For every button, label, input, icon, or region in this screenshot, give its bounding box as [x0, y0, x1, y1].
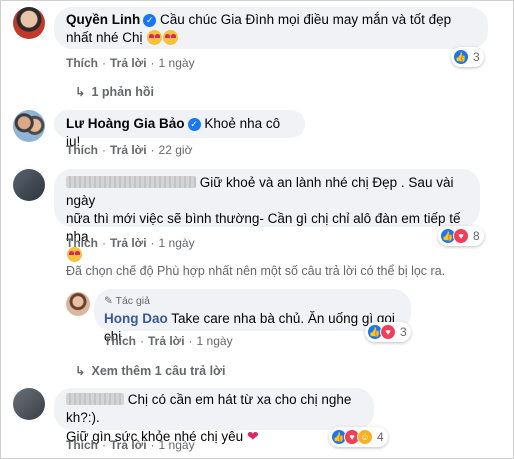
comment-bubble: Lư Hoàng Gia Bảo ✓ Khoẻ nha cô iu! — [54, 110, 305, 149]
reply-actions: Thích · Trả lời · 1 ngày — [104, 334, 233, 348]
timestamp[interactable]: 1 ngày — [159, 438, 195, 452]
author-name-redacted — [66, 393, 124, 405]
author-badge-label: Tác giả — [115, 295, 150, 307]
reaction-summary[interactable]: 👍 ♥ ☺ 4 — [329, 427, 388, 447]
avatar[interactable] — [13, 388, 45, 420]
reply-bubble: ✎ Tác giả Hong Dao Take care nha bà chủ.… — [94, 289, 411, 344]
reply-button[interactable]: Trả lời — [110, 236, 147, 250]
comment-actions: Thích · Trả lời · 1 ngày — [66, 56, 195, 70]
reply-button[interactable]: Trả lời — [110, 438, 147, 452]
love-reaction-icon: ♥ — [453, 228, 469, 244]
comment-author[interactable]: Lư Hoàng Gia Bảo — [66, 116, 185, 131]
author-name-redacted — [66, 176, 196, 188]
timestamp[interactable]: 1 ngày — [159, 236, 195, 250]
reaction-summary[interactable]: 👍 3 — [451, 47, 484, 67]
filter-notice: Đã chọn chế độ Phù hợp nhất nên một số c… — [66, 264, 446, 278]
comment-actions: Thích · Trả lời · 22 giờ — [66, 143, 193, 157]
reply-button[interactable]: Trả lời — [148, 334, 185, 348]
like-button[interactable]: Thích — [66, 143, 98, 157]
comment-bubble: Chị có cần em hát từ xa cho chị nghe kh?… — [54, 388, 374, 444]
love-reaction-icon: ♥ — [380, 324, 396, 340]
heart-icon: ❤ — [246, 428, 259, 444]
reaction-count: 3 — [400, 325, 407, 339]
reply-button[interactable]: Trả lời — [110, 143, 147, 157]
comment-bubble: Quyền Linh ✓ Cầu chúc Gia Đình mọi điều m… — [54, 7, 488, 49]
reaction-summary[interactable]: 👍 ♥ 8 — [438, 226, 484, 246]
timestamp[interactable]: 1 ngày — [197, 334, 233, 348]
avatar[interactable] — [66, 292, 90, 316]
comment-author[interactable]: Quyền Linh — [66, 12, 140, 27]
reply-arrow-icon: ↳ — [75, 364, 86, 378]
comment-bubble: Giữ khoẻ và an lành nhé chị Đẹp . Sau và… — [54, 169, 480, 262]
reaction-count: 3 — [473, 50, 480, 64]
view-replies-label: 1 phản hồi — [91, 85, 154, 99]
heart-eyes-emoji-icon — [163, 30, 179, 45]
avatar[interactable] — [13, 7, 45, 39]
reply-button[interactable]: Trả lời — [110, 56, 147, 70]
like-reaction-icon: 👍 — [453, 49, 469, 65]
reply-author[interactable]: Hong Dao — [104, 311, 168, 326]
more-replies-link[interactable]: ↳ Xem thêm 1 câu trả lời — [75, 363, 225, 378]
comments-panel: Quyền Linh ✓ Cầu chúc Gia Đình mọi điều m… — [0, 0, 514, 459]
comment-actions: Thích · Trả lời · 1 ngày — [66, 236, 195, 250]
avatar[interactable] — [13, 169, 45, 201]
verified-icon: ✓ — [187, 118, 201, 131]
more-replies-label: Xem thêm 1 câu trả lời — [91, 364, 226, 378]
like-button[interactable]: Thích — [66, 438, 98, 452]
like-button[interactable]: Thích — [66, 56, 98, 70]
reaction-count: 4 — [377, 430, 384, 444]
verified-icon: ✓ — [143, 14, 157, 27]
heart-eyes-emoji-icon — [147, 30, 163, 45]
haha-reaction-icon: ☺ — [357, 429, 373, 445]
author-badge-icon: ✎ — [104, 295, 116, 307]
view-replies-link[interactable]: ↳ 1 phản hồi — [75, 84, 154, 99]
reaction-summary[interactable]: 👍 ♥ 3 — [365, 322, 411, 342]
timestamp[interactable]: 1 ngày — [159, 56, 195, 70]
reply-arrow-icon: ↳ — [75, 85, 86, 99]
author-badge: ✎ Tác giả — [104, 292, 401, 310]
reaction-count: 8 — [473, 229, 480, 243]
timestamp[interactable]: 22 giờ — [159, 143, 193, 157]
comment-actions: Thích · Trả lời · 1 ngày — [66, 438, 195, 452]
like-button[interactable]: Thích — [104, 334, 136, 348]
avatar[interactable] — [13, 110, 45, 142]
like-button[interactable]: Thích — [66, 236, 98, 250]
